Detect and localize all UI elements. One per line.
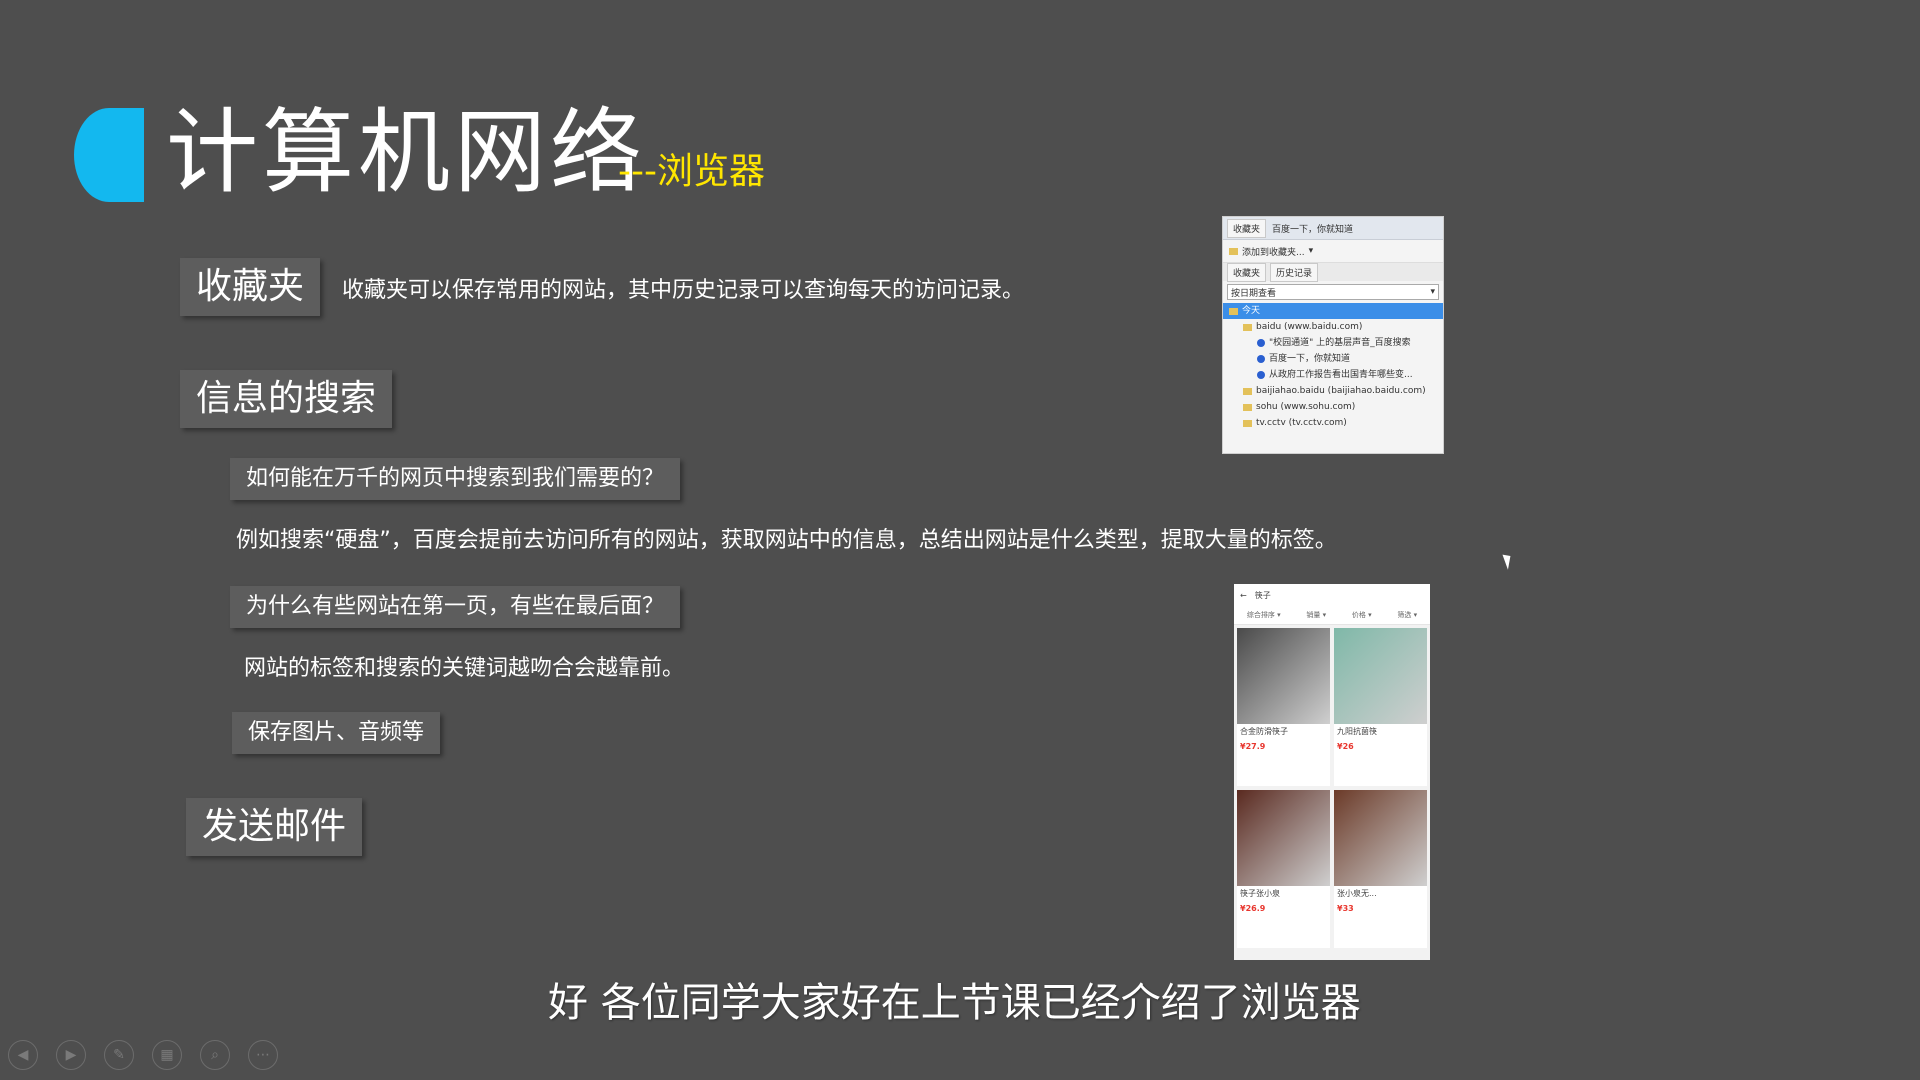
favorites-panel-screenshot: 收藏夹 百度一下，你就知道 添加到收藏夹... ▾ 收藏夹 历史记录 按日期查看… [1222,216,1444,454]
dropdown-arrow-icon: ▾ [1308,246,1314,256]
back-arrow-icon: ← [1240,590,1247,600]
zoom-icon[interactable]: ⌕ [200,1040,230,1070]
favorites-description: 收藏夹可以保存常用的网站，其中历史记录可以查询每天的访问记录。 [342,278,1025,303]
search-question-2: 为什么有些网站在第一页，有些在最后面？ [230,586,681,628]
shop-search-query: 筷子 [1254,590,1271,600]
product-image [1237,628,1330,724]
product-price: ¥26.9 [1240,904,1266,913]
folder-icon [1229,307,1238,315]
history-row-label: tv.cctv (tv.cctv.com) [1256,418,1347,428]
product-image [1334,628,1427,724]
add-to-favorites-button: 添加到收藏夹... [1242,247,1305,258]
history-list: 今天 baidu (www.baidu.com) "校园通道" 上的基层声音_百度搜… [1223,303,1443,431]
folder-icon [1243,419,1252,427]
history-row-label: baijiahao.baidu (baijiahao.baidu.com) [1256,386,1426,396]
history-row: 从政府工作报告看出国青年哪些变... [1223,367,1443,383]
more-icon[interactable]: ⋯ [248,1040,278,1070]
product-name: 筷子张小泉 [1240,889,1280,898]
history-row-label: sohu (www.sohu.com) [1256,402,1356,412]
shop-filter-item: 销量 ▾ [1306,611,1327,619]
history-row-label: 今天 [1242,306,1261,316]
history-row: "校园通道" 上的基层声音_百度搜索 [1223,335,1443,351]
product-grid: 合金防滑筷子 ¥27.9 九阳抗菌筷 ¥26 筷子张小泉 ¥26.9 张小泉无... ¥33 [1234,625,1430,951]
history-row-label: 从政府工作报告看出国青年哪些变... [1269,370,1413,380]
browser-tab-title: 百度一下，你就知道 [1272,224,1354,235]
product-price: ¥33 [1337,904,1354,913]
baidu-paw-icon [1257,371,1265,379]
product-name: 张小泉无... [1337,889,1377,898]
history-row: tv.cctv (tv.cctv.com) [1223,415,1443,431]
shop-filter-item: 筛选 ▾ [1397,611,1418,619]
prev-icon[interactable]: ◀ [8,1040,38,1070]
product-name: 九阳抗菌筷 [1337,727,1377,736]
history-row: sohu (www.sohu.com) [1223,399,1443,415]
pen-icon[interactable]: ✎ [104,1040,134,1070]
slide-title: 计算机网络 [166,99,647,206]
history-subtab: 历史记录 [1270,262,1319,282]
baidu-paw-icon [1257,339,1265,347]
history-row-label: "校园通道" 上的基层声音_百度搜索 [1269,338,1411,348]
next-icon[interactable]: ▶ [56,1040,86,1070]
product-image [1334,790,1427,886]
product-price: ¥26 [1337,742,1354,751]
search-answer-1: 例如搜索“硬盘”，百度会提前去访问所有的网站，获取网站中的信息，总结出网站是什么… [236,528,1337,553]
presenter-toolbar: ◀ ▶ ✎ ▦ ⌕ ⋯ [8,1040,278,1070]
folder-icon [1243,403,1252,411]
product-image [1237,790,1330,886]
mouse-cursor-icon [1502,552,1515,570]
save-media-label: 保存图片、音频等 [232,712,441,754]
product-price: ¥27.9 [1240,742,1266,751]
history-row: baijiahao.baidu (baijiahao.baidu.com) [1223,383,1443,399]
search-answer-2: 网站的标签和搜索的关键词越吻合会越靠前。 [244,656,685,681]
video-caption: 好 各位同学大家好在上节课已经介绍了浏览器 [548,980,1361,1026]
baidu-paw-icon [1257,355,1265,363]
product-card: 九阳抗菌筷 ¥26 [1334,628,1427,786]
history-row: 今天 [1223,303,1443,319]
title-logo-shape [74,108,144,202]
slides-icon[interactable]: ▦ [152,1040,182,1070]
shop-filter-item: 综合排序 ▾ [1246,611,1281,619]
history-row-label: baidu (www.baidu.com) [1256,322,1363,332]
history-row: 百度一下，你就知道 [1223,351,1443,367]
product-card: 张小泉无... ¥33 [1334,790,1427,948]
shop-filter-bar: 综合排序 ▾ 销量 ▾ 价格 ▾ 筛选 ▾ [1234,606,1430,625]
send-mail-label: 发送邮件 [186,798,363,856]
slide-subtitle: ---浏览器 [618,151,765,192]
search-question-1: 如何能在万千的网页中搜索到我们需要的？ [230,458,681,500]
history-row-label: 百度一下，你就知道 [1269,354,1351,364]
search-label: 信息的搜索 [180,370,393,428]
favorites-tab: 收藏夹 [1227,218,1267,238]
product-card: 合金防滑筷子 ¥27.9 [1237,628,1330,786]
star-folder-icon [1229,247,1238,255]
product-card: 筷子张小泉 ¥26.9 [1237,790,1330,948]
shop-filter-item: 价格 ▾ [1351,611,1372,619]
chevron-down-icon: ▾ [1430,287,1435,297]
shopping-search-screenshot: ← 筷子 综合排序 ▾ 销量 ▾ 价格 ▾ 筛选 ▾ 合金防滑筷子 ¥27.9 九阳抗菌筷… [1234,584,1430,960]
folder-icon [1243,387,1252,395]
folder-icon [1243,323,1252,331]
product-name: 合金防滑筷子 [1240,727,1288,736]
favorites-label: 收藏夹 [180,258,321,316]
favorites-subtab: 收藏夹 [1227,262,1267,282]
history-view-select: 按日期查看 ▾ [1227,284,1439,300]
history-row: baidu (www.baidu.com) [1223,319,1443,335]
